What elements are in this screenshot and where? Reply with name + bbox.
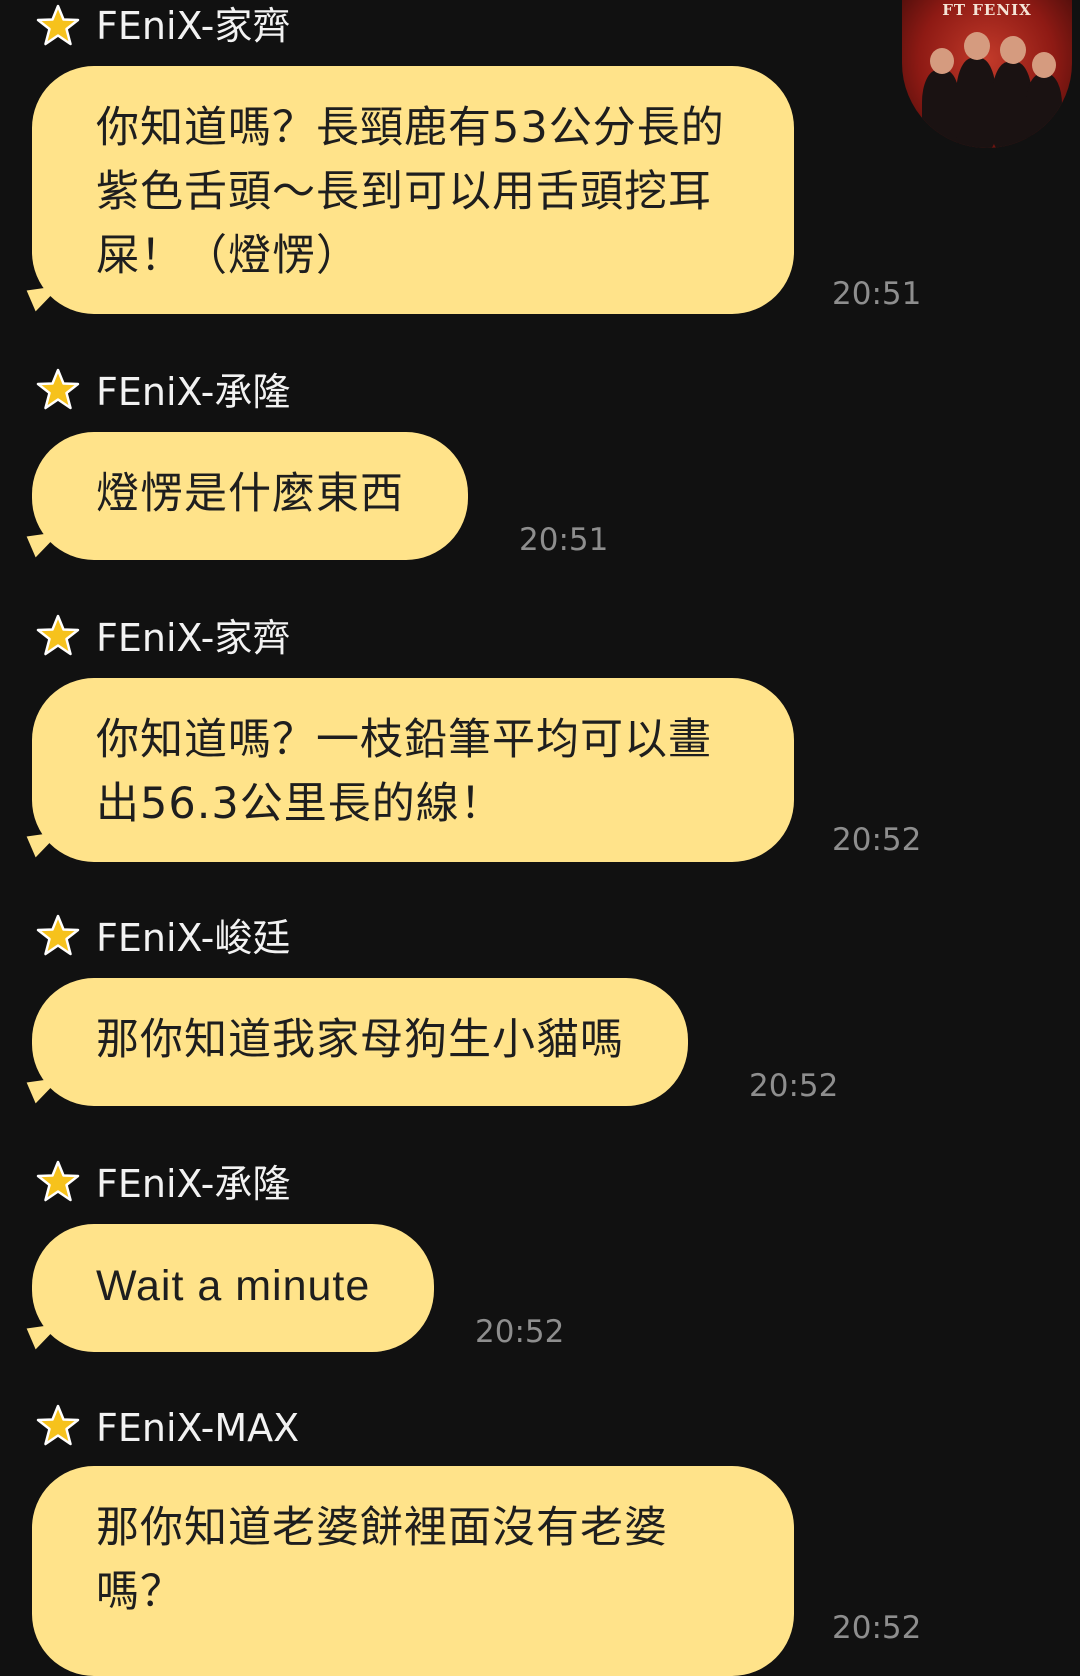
star-icon (36, 4, 80, 46)
sender-name: FEniX-峻廷 (96, 916, 291, 960)
message-time: 20:52 (832, 822, 922, 858)
message-bubble[interactable]: Wait a minute (32, 1224, 435, 1352)
avatar-figure-head (1000, 36, 1026, 64)
message-bubble[interactable]: 你知道嗎？長頸鹿有53公分長的紫色舌頭～長到可以用舌頭挖耳屎！（燈愣） (32, 66, 794, 314)
message-bubble[interactable]: 燈愣是什麼東西 (32, 432, 468, 560)
star-icon (36, 914, 80, 956)
message-time: 20:51 (519, 522, 609, 558)
sender-name: FEniX-MAX (96, 1406, 300, 1450)
star-icon (36, 368, 80, 410)
avatar-logo-text: FT FENIX (942, 1, 1032, 19)
avatar-figure (1026, 74, 1062, 148)
avatar-figure (956, 58, 996, 148)
avatar-figure-head (930, 48, 954, 74)
message-time: 20:52 (475, 1314, 565, 1350)
message-bubble[interactable]: 你知道嗎？一枝鉛筆平均可以畫出56.3公里長的線！ (32, 678, 794, 862)
star-icon (36, 1160, 80, 1202)
avatar-figure-head (1032, 52, 1056, 78)
message-time: 20:51 (832, 276, 922, 312)
avatar-figure-head (964, 32, 990, 60)
star-icon (36, 1404, 80, 1446)
message-time: 20:52 (832, 1610, 922, 1646)
message-bubble[interactable]: 那你知道我家母狗生小貓嗎 (32, 978, 688, 1106)
avatar[interactable]: FT FENIX (902, 0, 1072, 148)
sender-name: FEniX-家齊 (96, 616, 291, 660)
sender-name: FEniX-家齊 (96, 4, 291, 48)
avatar-figure (922, 70, 960, 148)
sender-name: FEniX-承隆 (96, 1162, 291, 1206)
message-bubble[interactable]: 那你知道老婆餅裡面沒有老婆嗎？ (32, 1466, 794, 1676)
star-icon (36, 614, 80, 656)
sender-name: FEniX-承隆 (96, 370, 291, 414)
message-time: 20:52 (749, 1068, 839, 1104)
